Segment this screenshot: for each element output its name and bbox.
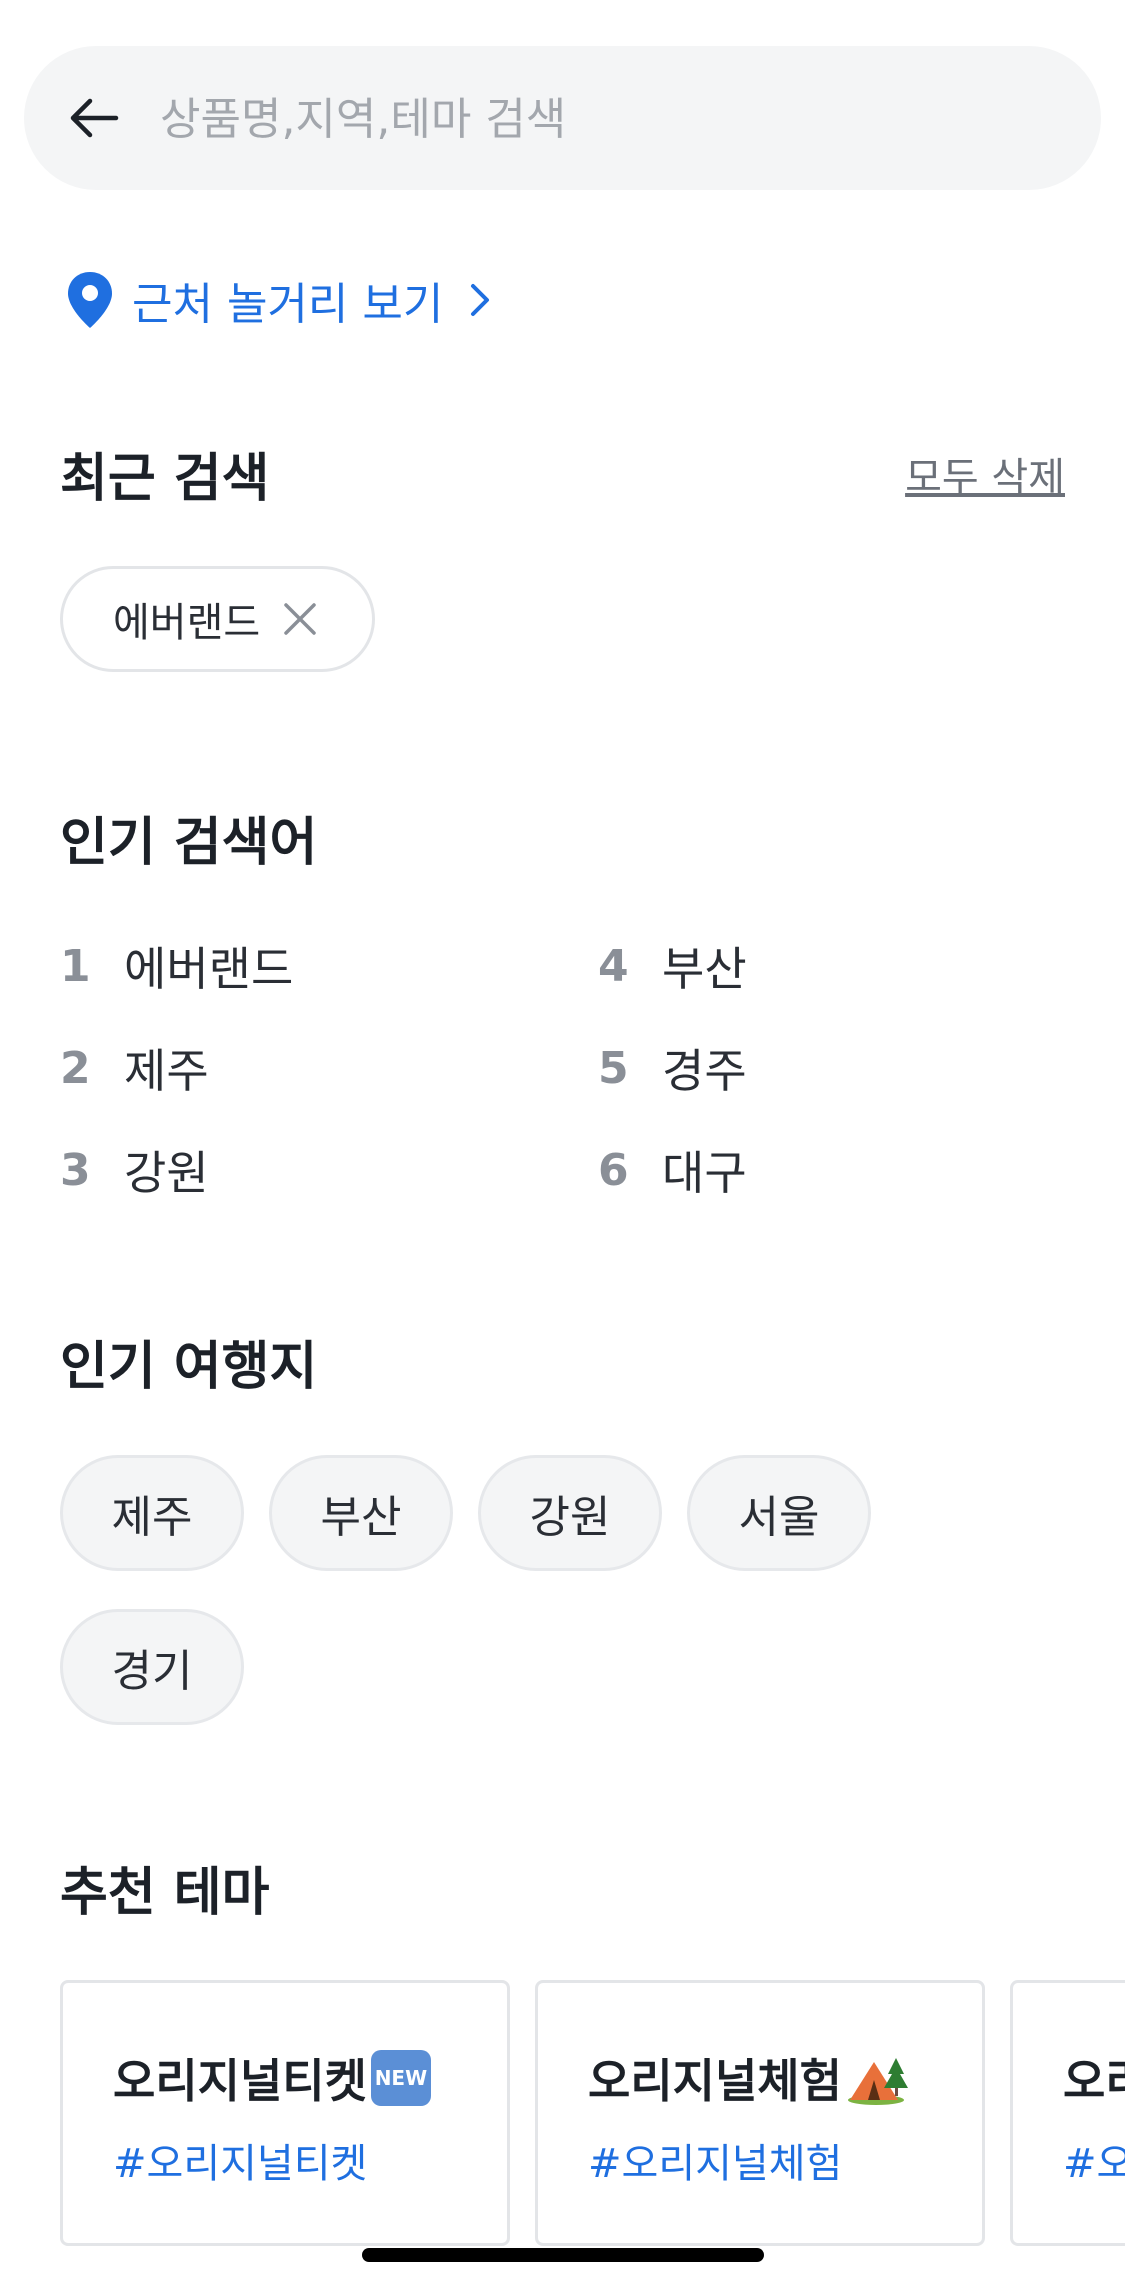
recent-search-title: 최근 검색 — [60, 449, 270, 509]
keyword-rank: 2 — [60, 1042, 91, 1094]
destination-chip[interactable]: 부산 — [269, 1455, 453, 1571]
theme-card-tag: #오리 — [1063, 2141, 1125, 2187]
theme-card-title-text: 오리지널티켓 — [113, 2054, 367, 2108]
keyword-rank: 5 — [598, 1042, 629, 1094]
keyword-item[interactable]: 5 경주 — [598, 1035, 747, 1101]
theme-card-title: 오리 — [1063, 2045, 1125, 2111]
destination-chip[interactable]: 강원 — [478, 1455, 662, 1571]
location-pin-icon — [68, 272, 112, 328]
keyword-rank: 1 — [60, 940, 91, 992]
nearby-label: 근처 놀거리 보기 — [132, 279, 444, 330]
home-indicator[interactable] — [362, 2248, 764, 2262]
back-arrow-icon[interactable] — [64, 88, 124, 148]
keyword-item[interactable]: 2 제주 — [60, 1035, 209, 1101]
recent-search-chip[interactable]: 에버랜드 — [60, 566, 376, 672]
popular-keywords-title: 인기 검색어 — [60, 813, 318, 873]
keyword-label: 제주 — [124, 1044, 209, 1098]
theme-card-tag: #오리지널티켓 — [113, 2141, 368, 2187]
theme-card-title: 오리지널체험 — [588, 2045, 908, 2111]
theme-card-title: 오리지널티켓 NEW — [113, 2045, 431, 2111]
nearby-link[interactable]: 근처 놀거리 보기 — [66, 268, 495, 332]
keyword-rank: 3 — [60, 1144, 91, 1196]
search-page: 근처 놀거리 보기 최근 검색 모두 삭제 에버랜드 인기 검색어 1 에버랜드… — [0, 0, 1125, 2284]
search-bar — [24, 46, 1101, 190]
clear-all-button[interactable]: 모두 삭제 — [905, 445, 1065, 503]
keyword-item[interactable]: 4 부산 — [598, 933, 747, 999]
theme-card[interactable]: 오리지널티켓 NEW #오리지널티켓 — [60, 1980, 510, 2246]
keyword-rank: 6 — [598, 1144, 629, 1196]
search-input[interactable] — [158, 76, 1062, 162]
theme-card-title-text: 오리 — [1063, 2054, 1125, 2108]
keyword-label: 경주 — [662, 1044, 747, 1098]
close-icon[interactable] — [282, 601, 318, 637]
new-icon: NEW — [370, 2050, 431, 2106]
recent-search-label: 에버랜드 — [113, 600, 261, 646]
destination-chip[interactable]: 경기 — [60, 1609, 244, 1725]
popular-destinations-title: 인기 여행지 — [60, 1337, 318, 1397]
recommended-themes-title: 추천 테마 — [60, 1863, 270, 1923]
theme-card[interactable]: 오리지널체험 #오리지널체험 — [535, 1980, 985, 2246]
tent-icon — [847, 2058, 908, 2105]
keyword-label: 강원 — [124, 1146, 209, 1200]
theme-card-tag: #오리지널체험 — [588, 2141, 843, 2187]
theme-card-title-text: 오리지널체험 — [588, 2054, 842, 2108]
keyword-item[interactable]: 1 에버랜드 — [60, 933, 293, 999]
keyword-label: 에버랜드 — [124, 942, 294, 996]
keyword-rank: 4 — [598, 940, 629, 992]
keyword-label: 대구 — [662, 1146, 747, 1200]
keyword-label: 부산 — [662, 942, 747, 996]
theme-card[interactable]: 오리 #오리 — [1010, 1980, 1125, 2246]
destination-chip[interactable]: 제주 — [60, 1455, 244, 1571]
keyword-item[interactable]: 6 대구 — [598, 1137, 747, 1203]
chevron-right-icon — [471, 284, 490, 316]
destination-chip[interactable]: 서울 — [687, 1455, 871, 1571]
keyword-item[interactable]: 3 강원 — [60, 1137, 209, 1203]
